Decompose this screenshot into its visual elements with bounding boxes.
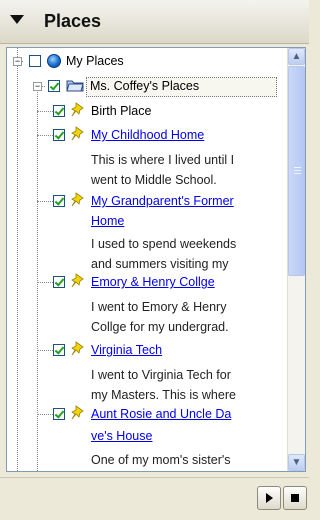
scroll-down-arrow-icon[interactable]: ▼ — [288, 454, 305, 471]
tour-controls-bar — [0, 477, 309, 520]
place-checkbox[interactable] — [53, 408, 65, 420]
place-link-grandparents-home-cont[interactable]: Home — [91, 214, 124, 228]
place-link-virginia-tech[interactable]: Virginia Tech — [91, 343, 162, 357]
place-checkbox[interactable] — [53, 276, 65, 288]
panel-title: Places — [44, 11, 102, 31]
root-checkbox[interactable] — [29, 55, 41, 67]
play-icon — [266, 493, 273, 503]
scroll-thumb[interactable] — [288, 66, 305, 276]
place-link-emory-henry[interactable]: Emory & Henry Collge — [91, 275, 215, 289]
grip-line — [294, 170, 301, 171]
place-description: I went to Virginia Tech for — [91, 368, 231, 382]
tree-guide-line — [37, 201, 53, 202]
places-panel: Places − My Places − Ms. Coffey's Places — [0, 0, 309, 520]
pushpin-icon — [71, 341, 84, 356]
tree-content: − My Places − Ms. Coffey's Places Birth … — [7, 48, 288, 471]
places-tree-view[interactable]: − My Places − Ms. Coffey's Places Birth … — [6, 47, 306, 472]
tree-guide-line — [37, 111, 53, 112]
place-description: my Masters. This is where — [91, 388, 236, 402]
folder-checkbox[interactable] — [48, 80, 60, 92]
pushpin-icon — [71, 192, 84, 207]
tree-guide-line — [37, 350, 53, 351]
pushpin-icon — [71, 405, 84, 420]
place-description: I used to spend weekends — [91, 237, 237, 251]
grip-line — [294, 167, 301, 168]
globe-icon — [47, 54, 61, 68]
place-link-childhood-home[interactable]: My Childhood Home — [91, 128, 204, 142]
place-checkbox[interactable] — [53, 105, 65, 117]
tree-label-my-places[interactable]: My Places — [66, 54, 124, 68]
tree-guide-line — [17, 48, 18, 471]
place-link-grandparents-home[interactable]: My Grandparent's Former — [91, 194, 234, 208]
stop-icon — [291, 494, 299, 502]
place-description: went to Middle School. — [91, 173, 217, 187]
place-title-birth-place[interactable]: Birth Place — [91, 104, 151, 118]
folder-icon — [66, 80, 84, 92]
stop-tour-button[interactable] — [283, 486, 307, 510]
root-expander[interactable]: − — [13, 57, 22, 66]
place-description: Collge for my undergrad. — [91, 320, 229, 334]
tree-guide-line — [37, 414, 53, 415]
scroll-up-arrow-icon[interactable]: ▲ — [288, 48, 305, 65]
place-checkbox[interactable] — [53, 129, 65, 141]
pushpin-icon — [71, 273, 84, 288]
place-description: This is where I lived until I — [91, 153, 235, 167]
tree-guide-line — [37, 135, 53, 136]
grip-line — [294, 173, 301, 174]
collapse-triangle-icon[interactable] — [10, 15, 24, 24]
places-header[interactable]: Places — [0, 0, 309, 44]
pushpin-icon — [71, 102, 84, 117]
place-link-aunt-rosie[interactable]: Aunt Rosie and Uncle Da — [91, 407, 231, 421]
pushpin-icon — [71, 126, 84, 141]
place-description: and summers visiting my — [91, 257, 229, 271]
place-checkbox[interactable] — [53, 195, 65, 207]
play-tour-button[interactable] — [257, 486, 281, 510]
vertical-scrollbar[interactable]: ▲ ▼ — [287, 48, 305, 471]
folder-expander[interactable]: − — [33, 82, 42, 91]
place-description: One of my mom's sister's — [91, 453, 231, 467]
tree-guide-line — [37, 282, 53, 283]
tree-label-folder[interactable]: Ms. Coffey's Places — [90, 79, 199, 93]
place-checkbox[interactable] — [53, 344, 65, 356]
place-description: I went to Emory & Henry — [91, 300, 227, 314]
place-link-aunt-rosie-cont[interactable]: ve's House — [91, 429, 152, 443]
